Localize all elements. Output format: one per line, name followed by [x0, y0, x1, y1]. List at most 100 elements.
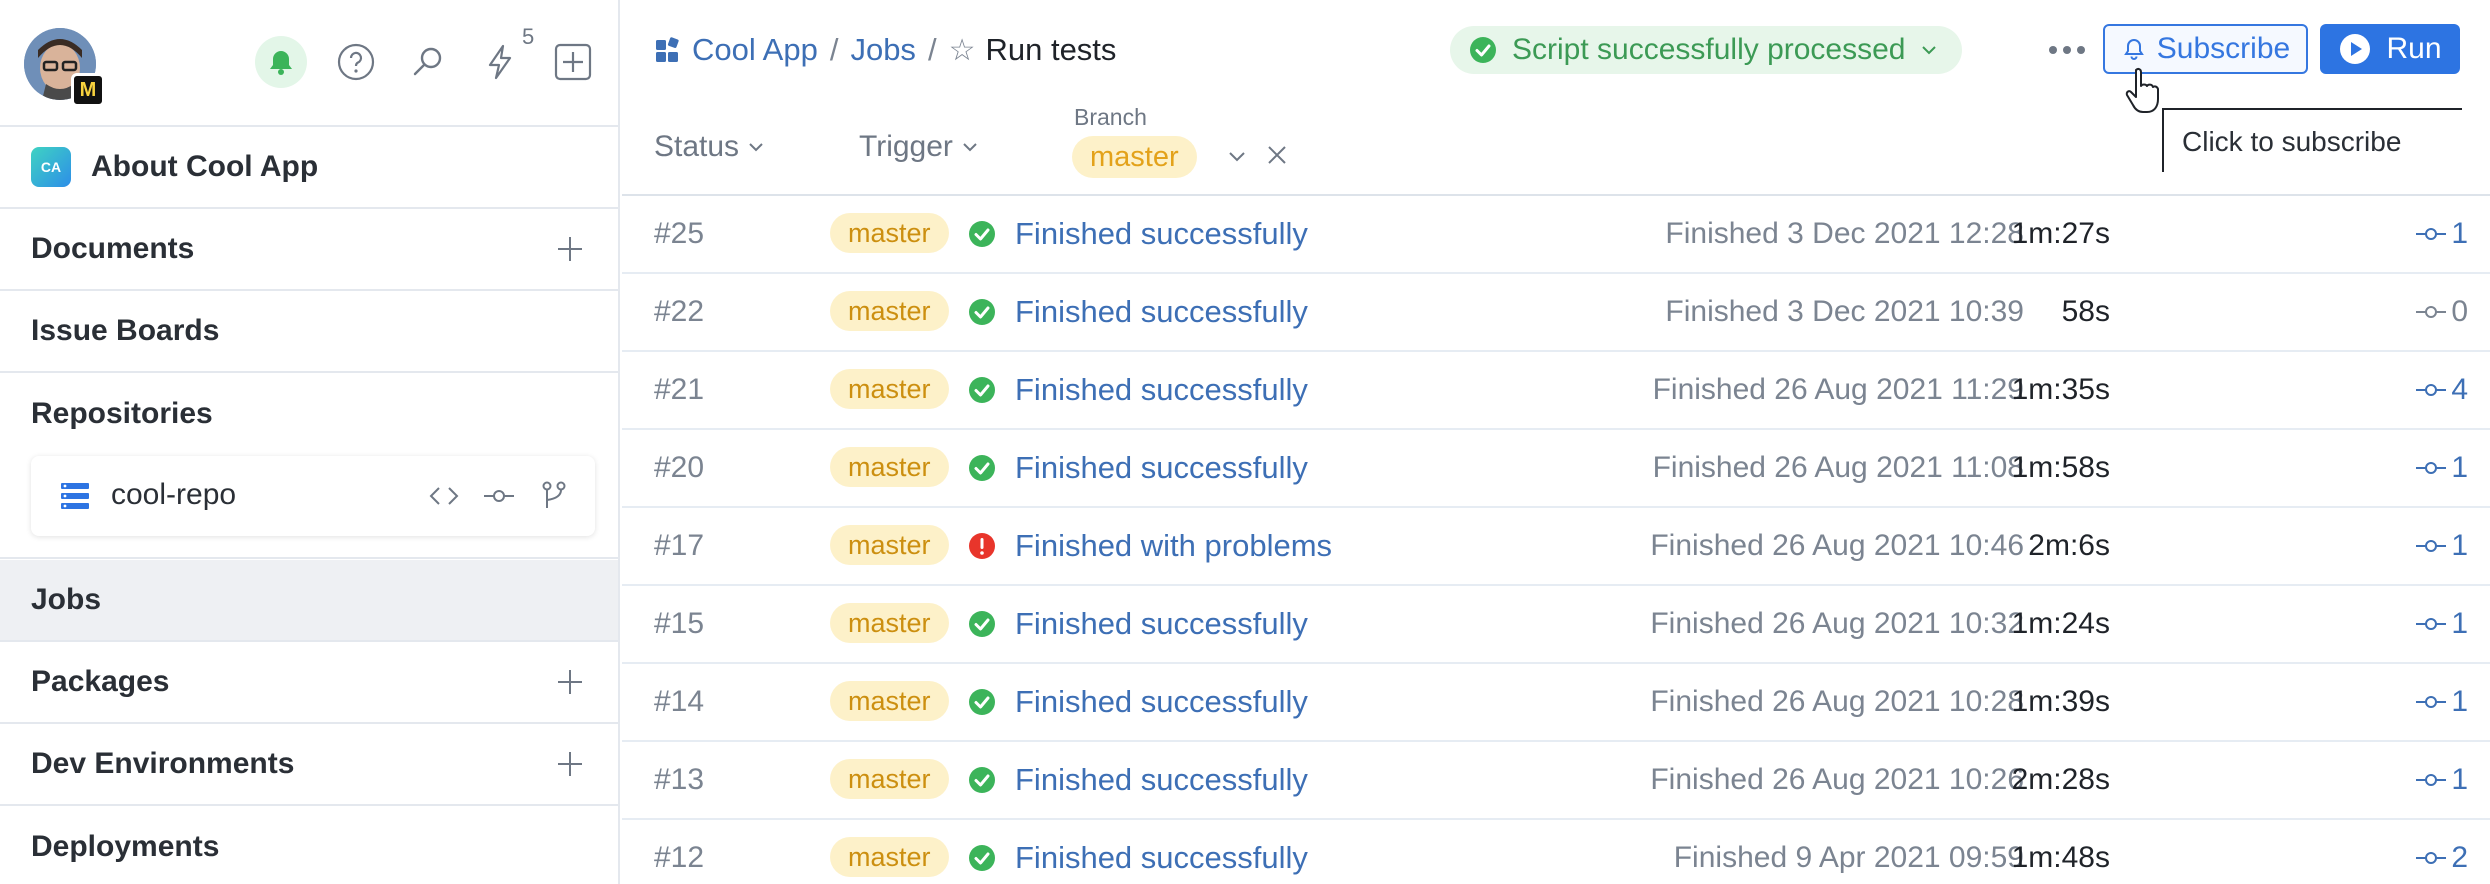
job-number[interactable]: #21 [654, 373, 704, 407]
job-commits[interactable]: 1 [2415, 529, 2468, 563]
job-status-link[interactable]: Finished successfully [1015, 684, 1308, 720]
sidebar-item-issue-boards[interactable]: Issue Boards [0, 291, 618, 373]
check-circle-icon [1470, 37, 1496, 63]
repo-card[interactable]: cool-repo [31, 456, 595, 536]
job-number[interactable]: #15 [654, 607, 704, 641]
sidebar-item-deployments[interactable]: Deployments [0, 806, 618, 884]
job-branch-chip[interactable]: master [830, 525, 949, 565]
add-dev-environment-icon[interactable] [552, 746, 588, 782]
job-row[interactable]: #15 master Finished successfully Finishe… [622, 586, 2490, 664]
add-package-icon[interactable] [552, 664, 588, 700]
job-status-link[interactable]: Finished successfully [1015, 372, 1308, 408]
script-status-dropdown[interactable]: Script successfully processed [1450, 26, 1962, 74]
job-commits[interactable]: 0 [2415, 295, 2468, 329]
job-commits[interactable]: 4 [2415, 373, 2468, 407]
job-commits[interactable]: 2 [2415, 841, 2468, 875]
breadcrumb-jobs[interactable]: Jobs [850, 32, 915, 68]
more-options-button[interactable] [2042, 30, 2092, 70]
code-icon[interactable] [426, 478, 462, 514]
job-row[interactable]: #13 master Finished successfully Finishe… [622, 742, 2490, 820]
notifications-bell-icon[interactable] [255, 36, 307, 88]
job-number[interactable]: #13 [654, 763, 704, 797]
lightning-icon[interactable] [474, 36, 526, 88]
commit-icon [2416, 228, 2447, 240]
script-status-text: Script successfully processed [1512, 33, 1906, 66]
success-check-icon [969, 455, 995, 481]
job-commits[interactable]: 1 [2415, 607, 2468, 641]
job-duration: 2m:6s [2028, 529, 2110, 562]
job-status-link[interactable]: Finished with problems [1015, 528, 1332, 564]
job-duration: 1m:48s [2011, 841, 2110, 874]
page-title: Run tests [985, 32, 1117, 67]
job-row[interactable]: #21 master Finished successfully Finishe… [622, 352, 2490, 430]
breadcrumb: Cool App / Jobs / ☆ Run tests [654, 32, 1116, 68]
add-icon[interactable] [547, 36, 599, 88]
job-status-link[interactable]: Finished successfully [1015, 450, 1308, 486]
job-duration: 1m:35s [2011, 373, 2110, 406]
job-finished-time: Finished 26 Aug 2021 10:26 [1650, 763, 2024, 796]
job-branch-chip[interactable]: master [830, 681, 949, 721]
organization-badge: M [71, 73, 105, 107]
status-filter[interactable]: Status [654, 130, 767, 164]
job-branch-chip[interactable]: master [830, 759, 949, 799]
job-number[interactable]: #20 [654, 451, 704, 485]
job-commits[interactable]: 1 [2415, 685, 2468, 719]
job-row[interactable]: #12 master Finished successfully Finishe… [622, 820, 2490, 884]
sidebar-item-label: Jobs [31, 583, 102, 616]
commit-icon[interactable] [481, 478, 517, 514]
status-filter-label: Status [654, 130, 740, 163]
job-status-link[interactable]: Finished successfully [1015, 606, 1308, 642]
job-commits[interactable]: 1 [2415, 763, 2468, 797]
job-commits[interactable]: 1 [2415, 217, 2468, 251]
job-branch-chip[interactable]: master [830, 837, 949, 877]
branch-icon[interactable] [536, 478, 572, 514]
breadcrumb-app[interactable]: Cool App [692, 32, 818, 68]
job-status-link[interactable]: Finished successfully [1015, 294, 1308, 330]
job-row[interactable]: #20 master Finished successfully Finishe… [622, 430, 2490, 508]
job-branch-chip[interactable]: master [830, 603, 949, 643]
filters-bar: Status Trigger Branch master [654, 100, 2490, 196]
job-branch-chip[interactable]: master [830, 369, 949, 409]
job-number[interactable]: #14 [654, 685, 704, 719]
job-status-link[interactable]: Finished successfully [1015, 840, 1308, 876]
sidebar-item-dev-environments[interactable]: Dev Environments [0, 724, 618, 806]
job-number[interactable]: #22 [654, 295, 704, 329]
sidebar-item-label: Deployments [31, 830, 220, 863]
job-row[interactable]: #14 master Finished successfully Finishe… [622, 664, 2490, 742]
job-status-link[interactable]: Finished successfully [1015, 216, 1308, 252]
job-number[interactable]: #25 [654, 217, 704, 251]
job-commits[interactable]: 1 [2415, 451, 2468, 485]
job-branch-chip[interactable]: master [830, 447, 949, 487]
add-document-icon[interactable] [552, 231, 588, 267]
success-check-icon [969, 377, 995, 403]
search-icon[interactable] [402, 36, 454, 88]
job-commit-count: 0 [2451, 295, 2468, 328]
clear-branch-icon[interactable] [1264, 142, 1290, 168]
breadcrumb-separator: / [829, 32, 839, 67]
success-check-icon [969, 221, 995, 247]
job-finished-time: Finished 26 Aug 2021 10:46 [1650, 529, 2024, 562]
star-icon[interactable]: ☆ [949, 33, 976, 68]
trigger-filter[interactable]: Trigger [859, 130, 981, 164]
branch-filter-value[interactable]: master [1072, 136, 1197, 178]
breadcrumb-separator: / [927, 32, 937, 67]
help-icon[interactable] [330, 36, 382, 88]
job-number[interactable]: #17 [654, 529, 704, 563]
sidebar-item-packages[interactable]: Packages [0, 642, 618, 724]
jobs-list: #25 master Finished successfully Finishe… [622, 196, 2490, 884]
run-button[interactable]: Run [2320, 24, 2460, 74]
app-header[interactable]: CA About Cool App [0, 127, 618, 209]
job-row[interactable]: #25 master Finished successfully Finishe… [622, 196, 2490, 274]
sidebar-item-jobs[interactable]: Jobs [0, 560, 618, 642]
job-row[interactable]: #17 master Finished with problems Finish… [622, 508, 2490, 586]
job-branch-chip[interactable]: master [830, 213, 949, 253]
chevron-down-icon[interactable] [1225, 144, 1249, 168]
job-number[interactable]: #12 [654, 841, 704, 875]
job-duration: 1m:58s [2011, 451, 2110, 484]
job-row[interactable]: #22 master Finished successfully Finishe… [622, 274, 2490, 352]
job-finished-time: Finished 26 Aug 2021 11:08 [1652, 451, 2024, 484]
job-branch-chip[interactable]: master [830, 291, 949, 331]
job-status-link[interactable]: Finished successfully [1015, 762, 1308, 798]
chevron-down-icon [1921, 46, 1936, 55]
sidebar-item-documents[interactable]: Documents [0, 209, 618, 291]
